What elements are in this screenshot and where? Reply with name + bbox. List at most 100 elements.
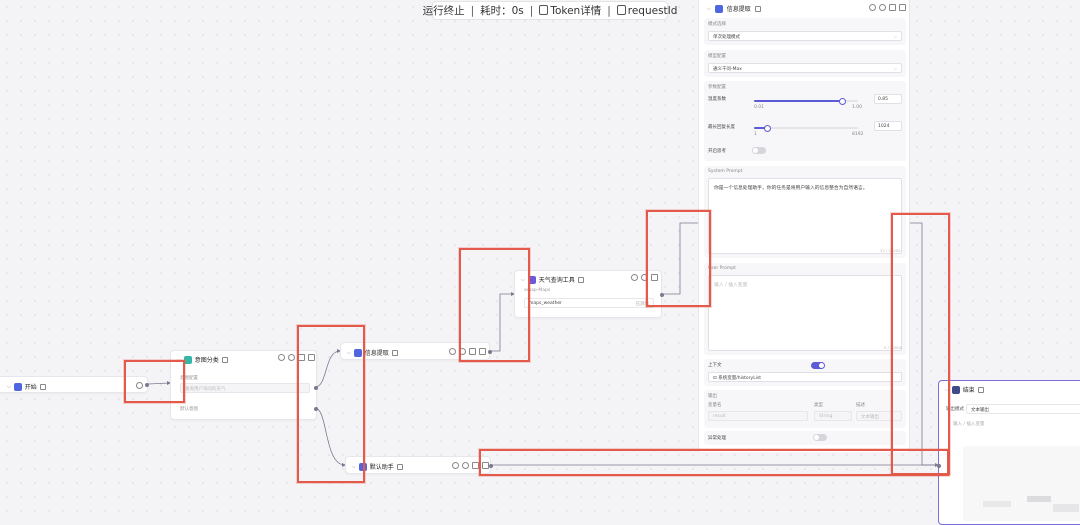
user-prompt-counter: 0 / 20000: [884, 345, 903, 350]
reply-placeholder[interactable]: 输入 / 插入变量: [953, 421, 984, 427]
output-var-name: result: [708, 411, 808, 421]
context-variable[interactable]: ⊡ 系统变量/historyList: [708, 372, 902, 382]
edit-icon[interactable]: [577, 276, 584, 283]
run-status-bar: 运行终止 | 耗时：0s | Token详情 | requestId: [423, 1, 677, 20]
copy-icon[interactable]: [298, 354, 305, 361]
intent-input[interactable]: 查询用户询问的天气: [180, 383, 310, 393]
output-port[interactable]: [489, 464, 493, 468]
chevron-down-icon[interactable]: ⌵: [352, 464, 356, 470]
play-icon[interactable]: [869, 4, 876, 11]
params-card: 参数配置 温度系数 0.01 1.00 0.85 最长回复长度 1 8192 1…: [704, 81, 906, 161]
chevron-down-icon[interactable]: ⌵: [7, 384, 11, 390]
add-icon[interactable]: [288, 354, 295, 361]
chevron-down-icon[interactable]: ⌵: [347, 350, 351, 356]
output-var-desc: 文本输出: [856, 411, 902, 421]
play-icon[interactable]: [452, 462, 459, 469]
chevron-down-icon[interactable]: ⌵: [945, 387, 949, 393]
play-icon[interactable]: [278, 354, 285, 361]
add-icon[interactable]: [459, 348, 466, 355]
max-tokens-max: 8192: [852, 132, 864, 137]
edge-panel-end: [910, 222, 938, 466]
model-select[interactable]: 通义千问-Max ⌵: [708, 63, 902, 73]
output-port[interactable]: [145, 383, 149, 387]
delete-icon[interactable]: [899, 4, 906, 11]
copy-icon[interactable]: [889, 4, 896, 11]
node-title: 天气查询工具: [538, 277, 575, 284]
edit-icon[interactable]: [754, 5, 761, 12]
copy-icon[interactable]: [469, 348, 476, 355]
system-prompt-counter: 32 / 20000: [880, 248, 901, 253]
tool-provider-label: amap-Maps: [524, 288, 551, 293]
temperature-slider[interactable]: [754, 97, 858, 105]
edit-icon[interactable]: [977, 386, 984, 393]
delete-icon[interactable]: [482, 462, 489, 469]
slider-handle[interactable]: [763, 124, 771, 132]
edge-tool-panel: [662, 222, 698, 295]
max-tokens-slider[interactable]: [754, 124, 858, 132]
chevron-down-icon[interactable]: ⌵: [177, 357, 181, 363]
add-icon[interactable]: [879, 4, 886, 11]
request-id-link[interactable]: requestId: [616, 4, 677, 17]
error-toggle[interactable]: [813, 434, 827, 441]
node-title: 意图分类: [194, 357, 219, 364]
output-label: 输出: [708, 394, 717, 399]
tool-item[interactable]: maps_weather 已添加: [524, 298, 654, 308]
intent-output-port[interactable]: [314, 386, 318, 390]
play-icon[interactable]: [449, 348, 456, 355]
extract-node-icon: [714, 4, 723, 13]
settings-icon[interactable]: [136, 382, 143, 389]
token-detail-link[interactable]: Token详情: [539, 3, 601, 18]
mode-label: 模式选择: [708, 22, 726, 27]
node-default-assistant[interactable]: ⌵ 默认助手: [345, 456, 493, 474]
edit-icon[interactable]: [39, 383, 46, 390]
node-intent-classify[interactable]: ⌵ 意图分类 意图配置 查询用户询问的天气 默认意图: [170, 350, 318, 420]
end-node-icon: [951, 385, 960, 394]
node-end[interactable]: ⌵ 结束 输出模式 文本输出 输入 / 插入变量: [937, 380, 1080, 525]
output-port[interactable]: [660, 293, 664, 297]
delete-icon[interactable]: [308, 354, 315, 361]
output-mode-select[interactable]: 文本输出: [966, 404, 1080, 414]
chevron-down-icon: ⌵: [893, 66, 897, 71]
tool-node-icon: [527, 275, 536, 284]
delete-icon[interactable]: [479, 348, 486, 355]
default-output-port[interactable]: [314, 407, 318, 411]
params-label: 参数配置: [708, 85, 726, 90]
copy-icon[interactable]: [472, 462, 479, 469]
max-tokens-input[interactable]: 1024: [874, 121, 902, 131]
node-start[interactable]: ⌵ 开始: [0, 376, 149, 393]
reply-editor-area[interactable]: [963, 446, 1080, 521]
edit-icon[interactable]: [221, 356, 228, 363]
error-label: 异常处理: [708, 436, 726, 441]
deep-think-label: 开启思考: [708, 149, 726, 154]
edit-icon[interactable]: [396, 463, 403, 470]
intent-node-icon: [183, 355, 192, 364]
node-title: 开始: [24, 384, 37, 391]
context-toggle[interactable]: [811, 362, 825, 369]
node-info-extract[interactable]: ⌵ 信息提取: [340, 342, 492, 360]
add-icon[interactable]: [641, 274, 648, 281]
intent-config-label: 意图配置: [180, 376, 198, 381]
add-icon[interactable]: [462, 462, 469, 469]
input-port[interactable]: [937, 464, 941, 468]
slider-handle[interactable]: [838, 97, 846, 105]
edge-start-intent: [147, 382, 171, 385]
system-prompt-label: System Prompt: [708, 169, 743, 174]
user-prompt-card: User Prompt 输入 / 插入变量 0 / 20000: [704, 263, 906, 355]
temperature-min: 0.01: [754, 105, 765, 110]
node-weather-tool[interactable]: ⌵ 天气查询工具 amap-Maps maps_weather 已添加: [514, 270, 664, 318]
chevron-down-icon[interactable]: ⌵: [707, 6, 711, 12]
output-col-desc: 描述: [856, 403, 865, 408]
chevron-down-icon[interactable]: ⌵: [521, 277, 525, 283]
deep-think-toggle[interactable]: [752, 147, 766, 154]
user-prompt-textarea[interactable]: 输入 / 插入变量: [708, 275, 902, 351]
system-prompt-textarea[interactable]: 你是一个信息处理助手，你的任务是将用户输入的信息整合为自然语言。: [708, 178, 902, 254]
mode-select[interactable]: 单次处理模式 ⌵: [708, 31, 902, 41]
model-card: 模型配置 通义千问-Max ⌵: [704, 50, 906, 77]
output-port[interactable]: [488, 350, 492, 354]
play-icon[interactable]: [631, 274, 638, 281]
output-card: 输出 变量名 类型 描述 result String 文本输出: [704, 390, 906, 428]
edit-icon[interactable]: [391, 349, 398, 356]
edge-intent-default: [314, 407, 346, 466]
temperature-input[interactable]: 0.85: [874, 94, 902, 104]
delete-icon[interactable]: [651, 274, 658, 281]
